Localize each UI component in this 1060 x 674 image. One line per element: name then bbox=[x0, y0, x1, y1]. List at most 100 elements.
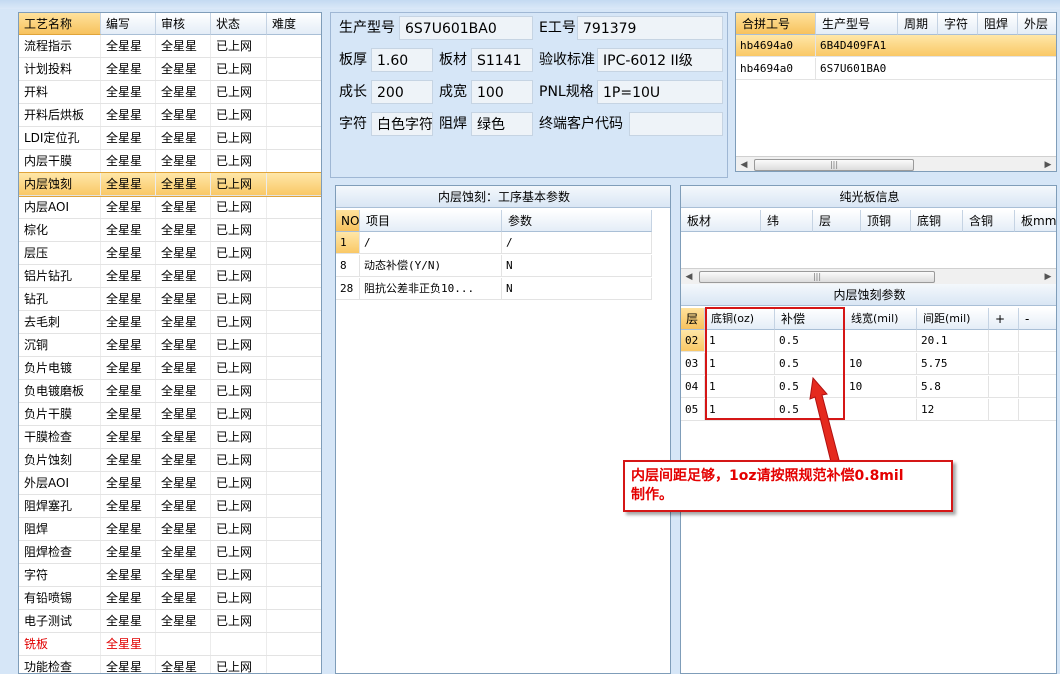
process-row[interactable]: 流程指示 全星星 全星星 已上网 bbox=[19, 35, 321, 58]
column-header-reviewer[interactable]: 审核 bbox=[156, 13, 211, 35]
scroll-thumb[interactable]: ||| bbox=[699, 271, 935, 283]
process-row[interactable]: 外层AOI 全星星 全星星 已上网 bbox=[19, 472, 321, 495]
etch-cell-spacing[interactable]: 5.8 bbox=[917, 376, 989, 398]
column-header-spacing[interactable]: 间距(mil) bbox=[917, 308, 989, 330]
prod-model-field[interactable]: 6S7U601BA0 bbox=[399, 16, 533, 40]
column-header-minus[interactable]: - bbox=[1019, 308, 1056, 330]
etch-cell-spacing[interactable]: 5.75 bbox=[917, 353, 989, 375]
mask-field[interactable]: 绿色 bbox=[471, 112, 533, 136]
column-header-top-cu[interactable]: 顶铜 bbox=[861, 210, 911, 232]
etch-cell-layer[interactable]: 05 bbox=[681, 399, 705, 421]
process-row[interactable]: 内层AOI 全星星 全星星 已上网 bbox=[19, 196, 321, 219]
process-row[interactable]: 干膜检查 全星星 全星星 已上网 bbox=[19, 426, 321, 449]
scroll-right-icon[interactable]: ▶ bbox=[1040, 269, 1056, 285]
etch-cell-spacing[interactable]: 20.1 bbox=[917, 330, 989, 352]
etch-cell-plus[interactable] bbox=[989, 376, 1019, 398]
column-header-cycle[interactable]: 周期 bbox=[898, 13, 938, 35]
combined-order-no[interactable]: hb4694a0 bbox=[736, 35, 816, 57]
combined-order-model[interactable]: 6S7U601BA0 bbox=[816, 58, 1056, 80]
combined-orders-hscrollbar[interactable]: ◀ ||| ▶ bbox=[736, 156, 1056, 171]
combined-order-no[interactable]: hb4694a0 bbox=[736, 58, 816, 80]
etch-cell-layer[interactable]: 02 bbox=[681, 330, 705, 352]
column-header-board[interactable]: 板材 bbox=[681, 210, 761, 232]
process-row[interactable]: 层压 全星星 全星星 已上网 bbox=[19, 242, 321, 265]
column-header-status[interactable]: 状态 bbox=[211, 13, 267, 35]
etch-cell-minus[interactable] bbox=[1019, 353, 1056, 375]
param-row-value[interactable]: N bbox=[502, 255, 652, 277]
etch-cell-spacing[interactable]: 12 bbox=[917, 399, 989, 421]
process-row[interactable]: 负电镀磨板 全星星 全星星 已上网 bbox=[19, 380, 321, 403]
process-row[interactable]: 负片蚀刻 全星星 全星星 已上网 bbox=[19, 449, 321, 472]
column-header-silk[interactable]: 字符 bbox=[938, 13, 978, 35]
customer-field[interactable] bbox=[629, 112, 723, 136]
process-row[interactable]: 负片干膜 全星星 全星星 已上网 bbox=[19, 403, 321, 426]
process-row[interactable]: 阻焊塞孔 全星星 全星星 已上网 bbox=[19, 495, 321, 518]
process-row[interactable]: LDI定位孔 全星星 全星星 已上网 bbox=[19, 127, 321, 150]
param-row-no[interactable]: 28 bbox=[336, 278, 360, 300]
combined-orders-grid[interactable]: 合拼工号 生产型号 周期 字符 阻焊 外层 hb4694a0 6B4D409FA… bbox=[735, 12, 1057, 172]
param-row-no[interactable]: 1 bbox=[336, 232, 360, 254]
process-row[interactable]: 阻焊 全星星 全星星 已上网 bbox=[19, 518, 321, 541]
param-row-value[interactable]: N bbox=[502, 278, 652, 300]
process-row[interactable]: 钻孔 全星星 全星星 已上网 bbox=[19, 288, 321, 311]
etch-cell-plus[interactable] bbox=[989, 330, 1019, 352]
etch-cell-plus[interactable] bbox=[989, 399, 1019, 421]
etch-cell-minus[interactable] bbox=[1019, 399, 1056, 421]
process-row[interactable]: 沉铜 全星星 全星星 已上网 bbox=[19, 334, 321, 357]
process-row[interactable]: 内层干膜 全星星 全星星 已上网 bbox=[19, 150, 321, 173]
etch-cell-layer[interactable]: 04 bbox=[681, 376, 705, 398]
process-row[interactable]: 功能检查 全星星 全星星 已上网 bbox=[19, 656, 321, 673]
process-row[interactable]: 计划投料 全星星 全星星 已上网 bbox=[19, 58, 321, 81]
scroll-left-icon[interactable]: ◀ bbox=[681, 269, 697, 285]
process-row[interactable]: 铣板 全星星 bbox=[19, 633, 321, 656]
process-row[interactable]: 开料 全星星 全星星 已上网 bbox=[19, 81, 321, 104]
combined-order-model[interactable]: 6B4D409FA1 bbox=[816, 35, 1056, 57]
process-row[interactable]: 铝片钻孔 全星星 全星星 已上网 bbox=[19, 265, 321, 288]
column-header-value[interactable]: 参数 bbox=[502, 210, 652, 232]
scroll-thumb[interactable]: ||| bbox=[754, 159, 914, 171]
param-row-no[interactable]: 8 bbox=[336, 255, 360, 277]
process-row[interactable]: 电子测试 全星星 全星星 已上网 bbox=[19, 610, 321, 633]
e-no-field[interactable]: 791379 bbox=[577, 16, 723, 40]
param-row-item[interactable]: 阻抗公差非正负10... bbox=[360, 278, 502, 300]
thickness-field[interactable]: 1.60 bbox=[371, 48, 433, 72]
process-row[interactable]: 阻焊检查 全星星 全星星 已上网 bbox=[19, 541, 321, 564]
etch-cell-layer[interactable]: 03 bbox=[681, 353, 705, 375]
scroll-right-icon[interactable]: ▶ bbox=[1040, 157, 1056, 171]
column-header-process-name[interactable]: 工艺名称 bbox=[19, 13, 101, 35]
process-row[interactable]: 内层蚀刻 全星星 全星星 已上网 bbox=[19, 172, 321, 197]
process-row[interactable]: 去毛刺 全星星 全星星 已上网 bbox=[19, 311, 321, 334]
column-header-layer[interactable]: 层 bbox=[813, 210, 861, 232]
etch-cell-minus[interactable] bbox=[1019, 376, 1056, 398]
column-header-board-mm[interactable]: 板mm bbox=[1015, 210, 1056, 232]
standard-field[interactable]: IPC-6012 II级 bbox=[597, 48, 723, 72]
column-header-difficulty[interactable]: 难度 bbox=[267, 13, 321, 35]
column-header-combined-no[interactable]: 合拼工号 bbox=[736, 13, 816, 35]
column-header-mask[interactable]: 阻焊 bbox=[978, 13, 1018, 35]
param-row-value[interactable]: / bbox=[502, 232, 652, 254]
column-header-item[interactable]: 项目 bbox=[360, 210, 502, 232]
column-header-line-width[interactable]: 线宽(mil) bbox=[845, 308, 917, 330]
process-row[interactable]: 负片电镀 全星星 全星星 已上网 bbox=[19, 357, 321, 380]
process-row[interactable]: 字符 全星星 全星星 已上网 bbox=[19, 564, 321, 587]
column-header-outer[interactable]: 外层 bbox=[1018, 13, 1056, 35]
width-field[interactable]: 100 bbox=[471, 80, 533, 104]
column-header-bottom-cu[interactable]: 底铜 bbox=[911, 210, 963, 232]
etch-cell-minus[interactable] bbox=[1019, 330, 1056, 352]
pnl-field[interactable]: 1P=10U bbox=[597, 80, 723, 104]
column-header-author[interactable]: 编写 bbox=[101, 13, 156, 35]
material-field[interactable]: S1141 bbox=[471, 48, 533, 72]
scroll-left-icon[interactable]: ◀ bbox=[736, 157, 752, 171]
silk-field[interactable]: 白色字符 bbox=[371, 112, 433, 136]
column-header-layer[interactable]: 层 bbox=[681, 308, 705, 330]
column-header-plus[interactable]: + bbox=[989, 308, 1019, 330]
param-row-item[interactable]: / bbox=[360, 232, 502, 254]
column-header-prod-model[interactable]: 生产型号 bbox=[816, 13, 898, 35]
process-row[interactable]: 开料后烘板 全星星 全星星 已上网 bbox=[19, 104, 321, 127]
process-list-grid[interactable]: 工艺名称 编写 审核 状态 难度 流程指示 全星星 全星星 已上网 计划投料 全星星 全星星… bbox=[18, 12, 322, 674]
etch-cell-plus[interactable] bbox=[989, 353, 1019, 375]
column-header-with-cu[interactable]: 含铜 bbox=[963, 210, 1015, 232]
column-header-no[interactable]: NO bbox=[336, 210, 360, 232]
param-row-item[interactable]: 动态补偿(Y/N) bbox=[360, 255, 502, 277]
bare-board-hscrollbar[interactable]: ◀ ||| ▶ bbox=[681, 268, 1056, 284]
